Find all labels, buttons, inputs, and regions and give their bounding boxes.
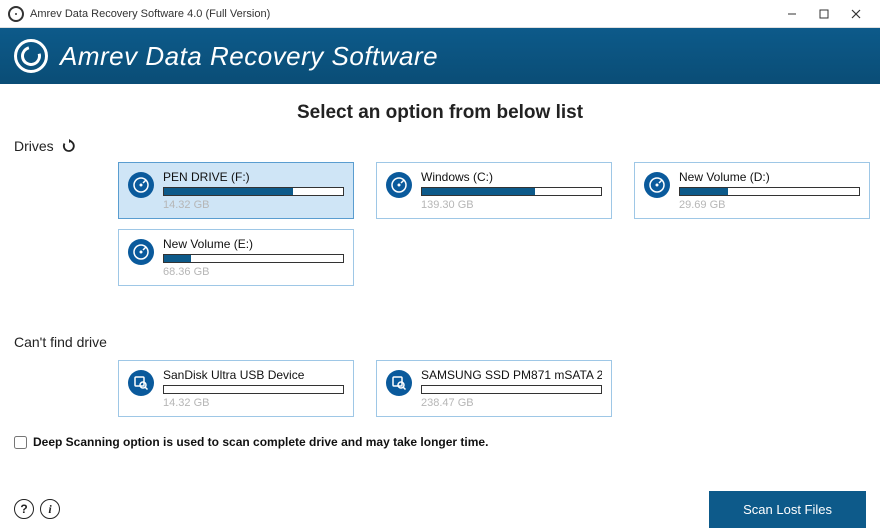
disk-icon	[386, 172, 412, 198]
drive-size: 68.36 GB	[163, 266, 344, 278]
device-name: SAMSUNG SSD PM871 mSATA 2	[421, 368, 602, 382]
close-button[interactable]	[840, 4, 872, 24]
app-icon	[8, 6, 24, 22]
drives-label: Drives	[14, 138, 54, 154]
drive-card[interactable]: PEN DRIVE (F:) 14.32 GB	[118, 162, 354, 219]
refresh-icon[interactable]	[62, 139, 76, 153]
window-title: Amrev Data Recovery Software 4.0 (Full V…	[30, 8, 270, 20]
deep-scan-row: Deep Scanning option is used to scan com…	[14, 435, 866, 449]
drive-size: 29.69 GB	[679, 199, 860, 211]
drive-name: New Volume (E:)	[163, 237, 344, 251]
disk-icon	[128, 172, 154, 198]
titlebar: Amrev Data Recovery Software 4.0 (Full V…	[0, 0, 880, 28]
scan-lost-files-button[interactable]: Scan Lost Files	[709, 491, 866, 528]
usage-bar	[163, 187, 344, 196]
app-title: Amrev Data Recovery Software	[60, 41, 438, 72]
usage-bar	[163, 385, 344, 394]
drives-section-label: Drives	[14, 138, 866, 154]
help-button[interactable]: ?	[14, 499, 34, 519]
device-size: 14.32 GB	[163, 397, 344, 409]
drive-size: 14.32 GB	[163, 199, 344, 211]
magnifier-icon	[386, 370, 412, 396]
maximize-button[interactable]	[808, 4, 840, 24]
device-card[interactable]: SanDisk Ultra USB Device 14.32 GB	[118, 360, 354, 417]
deep-scan-checkbox[interactable]	[14, 436, 27, 449]
disk-icon	[128, 239, 154, 265]
usage-bar	[679, 187, 860, 196]
devices-grid: SanDisk Ultra USB Device 14.32 GB SAMSUNG …	[118, 360, 866, 417]
disk-icon	[644, 172, 670, 198]
app-header: Amrev Data Recovery Software	[0, 28, 880, 84]
main-content: Select an option from below list Drives …	[0, 84, 880, 455]
drive-card[interactable]: New Volume (D:) 29.69 GB	[634, 162, 870, 219]
drives-grid: PEN DRIVE (F:) 14.32 GB Windows (C:) 139.30…	[118, 162, 866, 286]
logo-icon	[14, 39, 48, 73]
drive-card[interactable]: Windows (C:) 139.30 GB	[376, 162, 612, 219]
device-name: SanDisk Ultra USB Device	[163, 368, 344, 382]
usage-bar	[421, 385, 602, 394]
usage-bar	[163, 254, 344, 263]
device-card[interactable]: SAMSUNG SSD PM871 mSATA 2 238.47 GB	[376, 360, 612, 417]
device-size: 238.47 GB	[421, 397, 602, 409]
drive-card[interactable]: New Volume (E:) 68.36 GB	[118, 229, 354, 286]
drive-name: PEN DRIVE (F:)	[163, 170, 344, 184]
info-button[interactable]: i	[40, 499, 60, 519]
devices-section-label: Can't find drive	[14, 334, 866, 350]
footer: ? i Scan Lost Files	[0, 486, 880, 532]
deep-scan-label: Deep Scanning option is used to scan com…	[33, 435, 488, 449]
usage-bar	[421, 187, 602, 196]
minimize-button[interactable]	[776, 4, 808, 24]
magnifier-icon	[128, 370, 154, 396]
page-title: Select an option from below list	[14, 102, 866, 124]
drive-size: 139.30 GB	[421, 199, 602, 211]
drive-name: New Volume (D:)	[679, 170, 860, 184]
drive-name: Windows (C:)	[421, 170, 602, 184]
